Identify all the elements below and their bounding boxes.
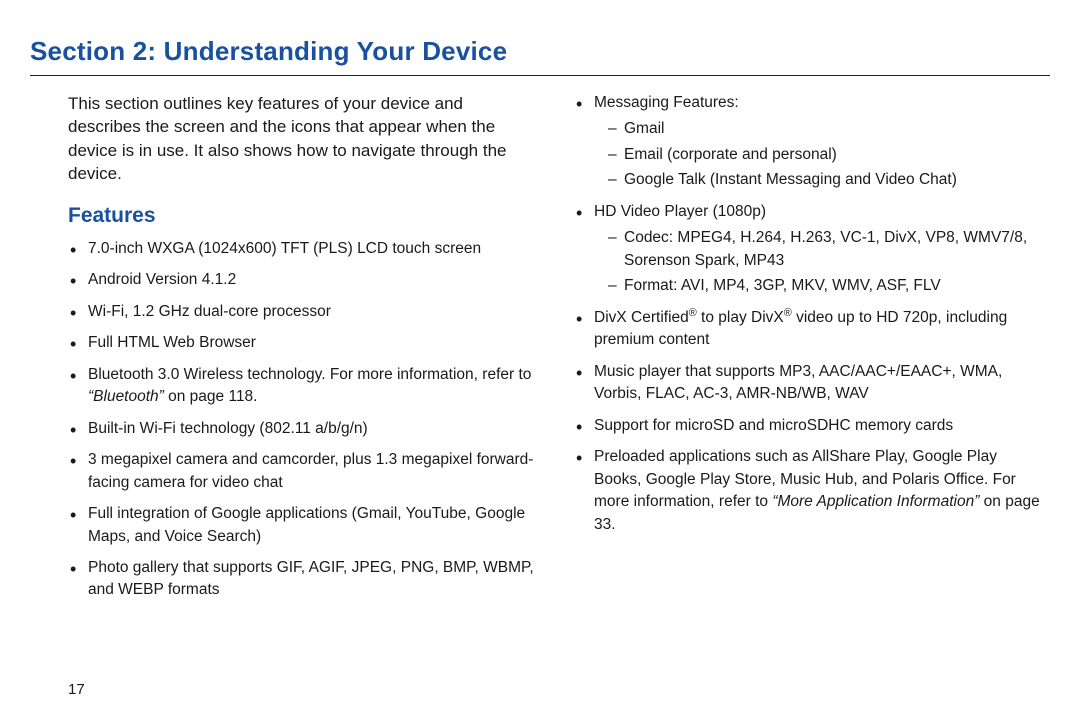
divx-a: DivX Certified bbox=[594, 309, 689, 326]
messaging-gmail: Gmail bbox=[608, 118, 1040, 140]
title-rule bbox=[30, 75, 1050, 76]
hd-sublist: Codec: MPEG4, H.264, H.263, VC-1, DivX, … bbox=[594, 227, 1040, 297]
hd-codec: Codec: MPEG4, H.264, H.263, VC-1, DivX, … bbox=[608, 227, 1040, 272]
feature-bluetooth-pre: Bluetooth 3.0 Wireless technology. For m… bbox=[88, 366, 531, 383]
messaging-head: Messaging Features: bbox=[594, 94, 739, 111]
messaging-email: Email (corporate and personal) bbox=[608, 144, 1040, 166]
feature-hd-video: HD Video Player (1080p) Codec: MPEG4, H.… bbox=[574, 201, 1040, 298]
features-left-list: 7.0-inch WXGA (1024x600) TFT (PLS) LCD t… bbox=[68, 238, 534, 602]
feature-wifi: Built-in Wi-Fi technology (802.11 a/b/g/… bbox=[68, 418, 534, 440]
reg-mark-1: ® bbox=[689, 307, 697, 319]
hd-head: HD Video Player (1080p) bbox=[594, 203, 766, 220]
reg-mark-2: ® bbox=[784, 307, 792, 319]
feature-messaging: Messaging Features: Gmail Email (corpora… bbox=[574, 92, 1040, 192]
feature-gallery: Photo gallery that supports GIF, AGIF, J… bbox=[68, 557, 534, 602]
right-column: Messaging Features: Gmail Email (corpora… bbox=[574, 92, 1040, 611]
features-heading: Features bbox=[68, 204, 534, 228]
page-number: 17 bbox=[68, 681, 85, 698]
feature-music: Music player that supports MP3, AAC/AAC+… bbox=[574, 361, 1040, 406]
feature-screen: 7.0-inch WXGA (1024x600) TFT (PLS) LCD t… bbox=[68, 238, 534, 260]
feature-cpu: Wi-Fi, 1.2 GHz dual-core processor bbox=[68, 301, 534, 323]
feature-camera: 3 megapixel camera and camcorder, plus 1… bbox=[68, 449, 534, 494]
messaging-sublist: Gmail Email (corporate and personal) Goo… bbox=[594, 118, 1040, 191]
two-column-body: This section outlines key features of yo… bbox=[30, 92, 1050, 611]
hd-format: Format: AVI, MP4, 3GP, MKV, WMV, ASF, FL… bbox=[608, 275, 1040, 297]
feature-sd: Support for microSD and microSDHC memory… bbox=[574, 415, 1040, 437]
feature-google: Full integration of Google applications … bbox=[68, 503, 534, 548]
left-column: This section outlines key features of yo… bbox=[68, 92, 534, 611]
intro-paragraph: This section outlines key features of yo… bbox=[68, 92, 534, 186]
messaging-gtalk: Google Talk (Instant Messaging and Video… bbox=[608, 169, 1040, 191]
feature-bluetooth: Bluetooth 3.0 Wireless technology. For m… bbox=[68, 364, 534, 409]
feature-browser: Full HTML Web Browser bbox=[68, 332, 534, 354]
features-right-list: Messaging Features: Gmail Email (corpora… bbox=[574, 92, 1040, 536]
divx-b: to play DivX bbox=[697, 309, 784, 326]
section-title: Section 2: Understanding Your Device bbox=[30, 36, 1050, 67]
feature-preloaded: Preloaded applications such as AllShare … bbox=[574, 446, 1040, 536]
feature-bluetooth-post: on page 118. bbox=[164, 388, 258, 405]
feature-android: Android Version 4.1.2 bbox=[68, 269, 534, 291]
feature-divx: DivX Certified® to play DivX® video up t… bbox=[574, 307, 1040, 352]
preloaded-xref: “More Application Information” bbox=[772, 493, 979, 510]
bluetooth-xref: “Bluetooth” bbox=[88, 388, 164, 405]
